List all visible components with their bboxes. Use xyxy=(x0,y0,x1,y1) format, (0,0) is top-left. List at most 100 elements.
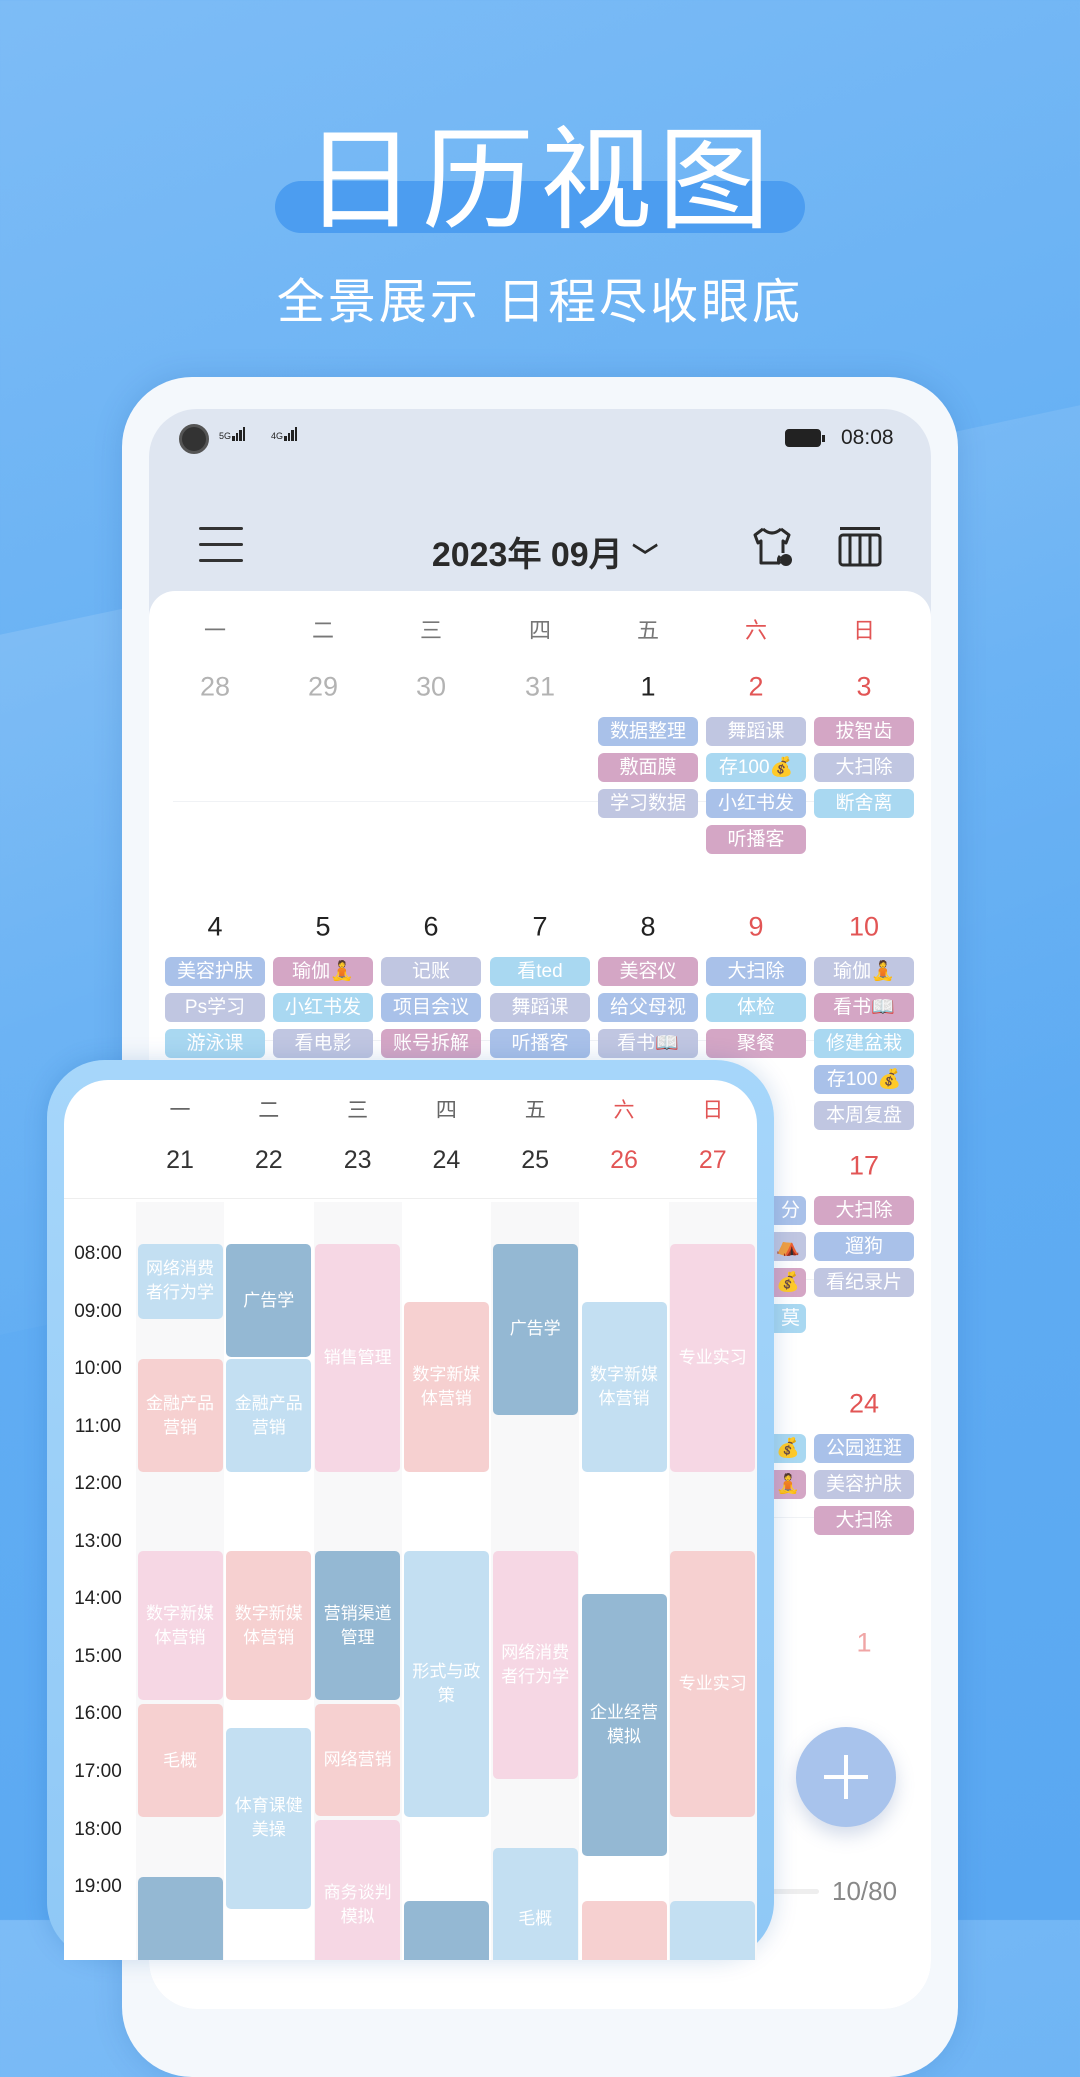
event-pill[interactable]: 小红书发 xyxy=(273,993,373,1022)
event-pill[interactable]: 瑜伽🧘 xyxy=(814,957,914,986)
day-number[interactable]: 29 xyxy=(283,672,363,703)
day-number[interactable]: 6 xyxy=(391,912,471,943)
event-pill[interactable]: 美容仪 xyxy=(598,957,698,986)
day-number[interactable]: 30 xyxy=(391,672,471,703)
course-event[interactable]: 专业实习 xyxy=(670,1244,756,1473)
event-pill[interactable]: 舞蹈课 xyxy=(490,993,590,1022)
course-event[interactable]: 毛概 xyxy=(492,1848,578,1960)
chevron-down-icon: ﹀ xyxy=(632,542,659,572)
course-event[interactable]: 毛概 xyxy=(137,1704,223,1818)
event-pill[interactable]: 大扫除 xyxy=(814,753,914,782)
event-pill[interactable]: 存100💰 xyxy=(814,1065,914,1094)
course-event[interactable] xyxy=(403,1901,489,1960)
divider xyxy=(64,1198,757,1199)
day-number[interactable]: 2 xyxy=(716,672,796,703)
course-event[interactable]: 销售管理 xyxy=(315,1244,401,1473)
hour-label: 12:00 xyxy=(74,1473,122,1495)
event-pill[interactable]: 听播客 xyxy=(706,825,806,854)
course-event[interactable]: 数字新媒体营销 xyxy=(137,1550,223,1701)
week-date[interactable]: 23 xyxy=(328,1146,388,1175)
day-number[interactable]: 17 xyxy=(824,1151,904,1182)
week-date[interactable]: 25 xyxy=(505,1146,565,1175)
course-event[interactable]: 金融产品营销 xyxy=(137,1359,223,1473)
course-event[interactable]: 形式与政策 xyxy=(403,1550,489,1818)
theme-shirt-icon[interactable] xyxy=(749,525,795,569)
event-pill[interactable]: 给父母视 xyxy=(598,993,698,1022)
course-event[interactable]: 企业经营模拟 xyxy=(581,1594,667,1856)
week-date[interactable]: 21 xyxy=(150,1146,210,1175)
event-pill[interactable]: 断舍离 xyxy=(814,789,914,818)
course-event[interactable]: 广告学 xyxy=(492,1244,578,1415)
course-event[interactable]: 体育课健美操 xyxy=(226,1728,312,1909)
event-pill[interactable]: 遛狗 xyxy=(814,1232,914,1261)
event-pill[interactable]: 听播客 xyxy=(490,1029,590,1058)
course-event[interactable]: 网络消费者行为学 xyxy=(137,1244,223,1319)
event-pill[interactable]: 聚餐 xyxy=(706,1029,806,1058)
event-pill[interactable]: 看ted xyxy=(490,957,590,986)
event-pill[interactable]: 看书📖 xyxy=(814,993,914,1022)
event-pill[interactable]: 美容护肤 xyxy=(814,1470,914,1499)
event-pill[interactable]: 账号拆解 xyxy=(381,1029,481,1058)
event-pill[interactable]: 看书📖 xyxy=(598,1029,698,1058)
day-number[interactable]: 3 xyxy=(824,672,904,703)
event-pill[interactable]: 拔智齿 xyxy=(814,717,914,746)
event-pill[interactable]: 大扫除 xyxy=(706,957,806,986)
battery-icon xyxy=(785,429,825,447)
day-number[interactable]: 1 xyxy=(824,1628,904,1659)
event-pill[interactable]: 看纪录片 xyxy=(814,1268,914,1297)
week-date[interactable]: 22 xyxy=(239,1146,299,1175)
course-event[interactable] xyxy=(581,1901,667,1960)
day-number[interactable]: 10 xyxy=(824,912,904,943)
day-number[interactable]: 4 xyxy=(175,912,255,943)
week-date[interactable]: 27 xyxy=(683,1146,743,1175)
course-event[interactable] xyxy=(670,1901,756,1960)
day-number[interactable]: 9 xyxy=(716,912,796,943)
course-event[interactable]: 商务谈判模拟 xyxy=(315,1819,401,1960)
course-event[interactable]: 网络营销 xyxy=(315,1704,401,1816)
event-pill[interactable]: 记账 xyxy=(381,957,481,986)
event-pill[interactable]: 数据整理 xyxy=(598,717,698,746)
event-pill[interactable]: 公园逛逛 xyxy=(814,1434,914,1463)
view-switch-icon[interactable] xyxy=(837,525,883,569)
event-pill[interactable]: 存100💰 xyxy=(706,753,806,782)
course-event[interactable]: 数字新媒体营销 xyxy=(226,1550,312,1701)
course-event[interactable]: 营销渠道管理 xyxy=(315,1550,401,1701)
event-pill[interactable]: 大扫除 xyxy=(814,1506,914,1535)
event-pill[interactable]: 舞蹈课 xyxy=(706,717,806,746)
event-pill[interactable]: 修建盆栽 xyxy=(814,1029,914,1058)
course-event[interactable]: 网络消费者行为学 xyxy=(492,1550,578,1780)
course-event[interactable]: 金融产品营销 xyxy=(226,1359,312,1473)
course-event[interactable]: 专业实习 xyxy=(670,1550,756,1818)
status-time: 08:08 xyxy=(841,426,894,449)
day-number[interactable]: 31 xyxy=(500,672,580,703)
week-date[interactable]: 26 xyxy=(594,1146,654,1175)
weekday-header: 日 xyxy=(702,1099,724,1122)
day-number[interactable]: 5 xyxy=(283,912,363,943)
course-event[interactable]: 数字新媒体营销 xyxy=(403,1301,489,1473)
event-pill[interactable]: 大扫除 xyxy=(814,1196,914,1225)
event-pill[interactable]: 看电影 xyxy=(273,1029,373,1058)
event-pill[interactable]: 游泳课 xyxy=(165,1029,265,1058)
weekday-header: 三 xyxy=(347,1099,369,1122)
day-number[interactable]: 28 xyxy=(175,672,255,703)
day-number[interactable]: 24 xyxy=(824,1389,904,1420)
course-event[interactable]: 数字新媒体营销 xyxy=(581,1301,667,1473)
event-pill[interactable]: 小红书发 xyxy=(706,789,806,818)
event-pill[interactable]: 美容护肤 xyxy=(165,957,265,986)
day-number[interactable]: 8 xyxy=(608,912,688,943)
add-event-button[interactable] xyxy=(796,1727,896,1827)
course-event[interactable]: 广告学 xyxy=(226,1244,312,1358)
event-pill[interactable]: 学习数据 xyxy=(598,789,698,818)
day-number[interactable]: 7 xyxy=(500,912,580,943)
weekday-header: 五 xyxy=(524,1099,546,1122)
event-pill[interactable]: 项目会议 xyxy=(381,993,481,1022)
event-pill[interactable]: 本周复盘 xyxy=(814,1101,914,1130)
week-date[interactable]: 24 xyxy=(416,1146,476,1175)
event-pill[interactable]: 敷面膜 xyxy=(598,753,698,782)
day-number[interactable]: 1 xyxy=(608,672,688,703)
event-pill[interactable]: Ps学习 xyxy=(165,993,265,1022)
event-pill[interactable]: 瑜伽🧘 xyxy=(273,957,373,986)
month-selector[interactable]: 2023年 09月 ﹀ xyxy=(149,527,931,576)
event-pill[interactable]: 体检 xyxy=(706,993,806,1022)
course-event[interactable] xyxy=(137,1877,223,1960)
